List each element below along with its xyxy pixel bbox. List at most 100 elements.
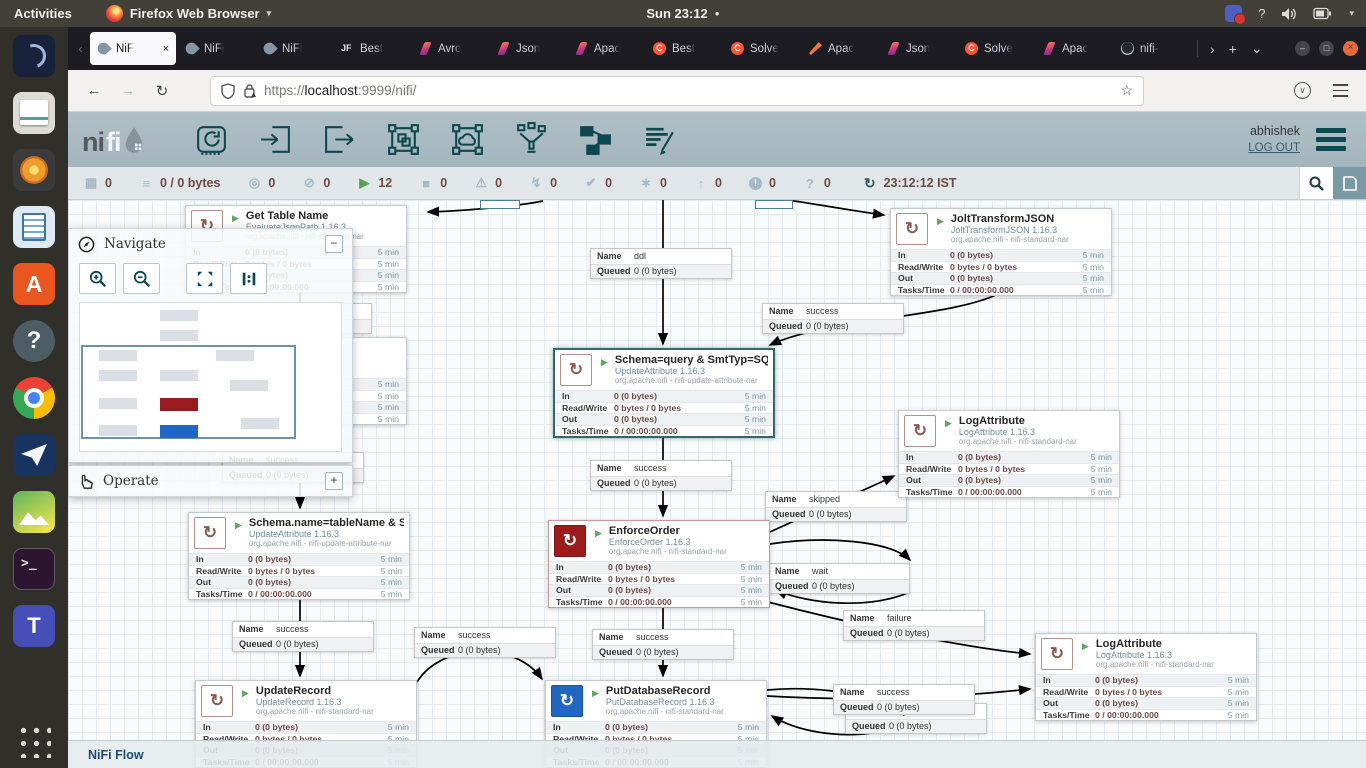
- connection-label[interactable]: Namesuccess Queued0 (0 bytes): [590, 460, 732, 491]
- browser-tab[interactable]: Json ×: [490, 32, 566, 65]
- relationship-name: wait: [812, 566, 829, 577]
- dock-icon-dark-app[interactable]: [13, 35, 55, 77]
- cut-connection-label[interactable]: [755, 200, 793, 209]
- minimap[interactable]: [79, 302, 342, 452]
- processor[interactable]: ↻ ▶ LogAttribute LogAttribute 1.16.3 org…: [898, 410, 1120, 498]
- processor-bundle: org.apache.nifi - nifi-standard-nar: [958, 437, 1077, 446]
- tab-scroll-right-icon[interactable]: ›: [1210, 41, 1215, 57]
- browser-tab[interactable]: Apac ×: [802, 32, 878, 65]
- browser-tab[interactable]: Solve ×: [958, 32, 1034, 65]
- forward-button[interactable]: →: [114, 77, 142, 105]
- shield-icon[interactable]: [221, 82, 235, 99]
- activities-button[interactable]: Activities: [14, 6, 72, 21]
- template-draggable-icon[interactable]: [577, 121, 614, 158]
- connection-label[interactable]: Namesuccess Queued0 (0 bytes): [232, 621, 374, 652]
- label-draggable-icon[interactable]: [641, 121, 678, 158]
- new-tab-button[interactable]: +: [1229, 41, 1237, 57]
- bulletin-panel-button[interactable]: [1333, 167, 1366, 199]
- browser-tab[interactable]: Solve ×: [724, 32, 800, 65]
- browser-tab[interactable]: Best ×: [646, 32, 722, 65]
- processor[interactable]: ↻ ▶ Schema=query & SmtTyp=SQL UpdateAttr…: [553, 348, 775, 438]
- dock-icon-chrome[interactable]: [13, 377, 55, 419]
- zoom-in-button[interactable]: [79, 263, 116, 294]
- logout-link[interactable]: LOG OUT: [1248, 140, 1300, 157]
- connection-label[interactable]: Namesuccess Queued0 (0 bytes): [414, 627, 556, 658]
- browser-tab[interactable]: NiF ×: [90, 32, 176, 65]
- clock[interactable]: Sun 23:12 ●: [646, 6, 719, 21]
- connection-label[interactable]: Name failure Queued 0 (0 bytes): [843, 610, 985, 641]
- processor[interactable]: ↻ ▶ JoltTransformJSON JoltTransformJSON …: [890, 208, 1112, 296]
- connection-edge[interactable]: [769, 539, 912, 562]
- processor-icon: ↻: [201, 685, 233, 717]
- operate-header[interactable]: Operate +: [69, 466, 352, 496]
- reload-button[interactable]: ↻: [148, 77, 176, 105]
- processor-draggable-icon[interactable]: [193, 121, 230, 158]
- refresh-icon[interactable]: ↻: [864, 175, 876, 192]
- maximize-button[interactable]: □: [1319, 41, 1334, 56]
- tab-list-dropdown-icon[interactable]: ⌄: [1251, 40, 1263, 57]
- connection-edge[interactable]: [787, 200, 886, 219]
- dock-icon-help[interactable]: [13, 320, 55, 362]
- breadcrumb[interactable]: NiFi Flow: [88, 748, 144, 762]
- pocket-icon[interactable]: ∨: [1294, 82, 1311, 99]
- teams-notification-icon[interactable]: [1225, 5, 1247, 25]
- minimize-button[interactable]: –: [1295, 41, 1310, 56]
- dock-icon-media-player[interactable]: [13, 149, 55, 191]
- connection-label[interactable]: Namesuccess Queued0 (0 bytes): [833, 684, 975, 715]
- output-port-draggable-icon[interactable]: [321, 121, 358, 158]
- zoom-actual-size-button[interactable]: [230, 263, 267, 294]
- browser-tab[interactable]: Apac ×: [1036, 32, 1112, 65]
- tab-scroll-left-icon[interactable]: ‹: [72, 41, 89, 56]
- processor[interactable]: ↻ ▶ Schema.name=tableName & State... Upd…: [188, 512, 410, 600]
- browser-tab[interactable]: NiFi ×: [256, 32, 332, 65]
- connection-label[interactable]: Name wait Queued 0 (0 bytes): [768, 563, 910, 594]
- dock-icon-messenger[interactable]: [13, 434, 55, 476]
- processor[interactable]: ↻ ▶ EnforceOrder EnforceOrder 1.16.3 org…: [548, 520, 770, 608]
- process-group-draggable-icon[interactable]: [385, 121, 422, 158]
- dock-icon-software-store[interactable]: [13, 263, 55, 305]
- nifi-flow-canvas[interactable]: Name ddl Queued 0 (0 bytes) Name success Qu…: [68, 200, 1366, 768]
- dock-icon-app-grid[interactable]: [13, 720, 55, 762]
- url-bar[interactable]: https://localhost:9999/nifi/ ☆: [210, 75, 1144, 106]
- connection-label[interactable]: Namesuccess Queued0 (0 bytes): [592, 629, 734, 660]
- chevron-down-icon[interactable]: ▾: [1349, 8, 1354, 19]
- dock-icon-terminal[interactable]: [13, 548, 55, 590]
- connection-label[interactable]: Name ddl Queued 0 (0 bytes): [590, 248, 732, 279]
- close-button[interactable]: ×: [1343, 41, 1358, 56]
- processor-type: JoltTransformJSON 1.16.3: [950, 225, 1058, 235]
- search-button[interactable]: [1299, 167, 1333, 199]
- bookmark-star-icon[interactable]: ☆: [1120, 82, 1133, 99]
- browser-tab[interactable]: Apac ×: [568, 32, 644, 65]
- navigate-header[interactable]: Navigate −: [69, 229, 352, 259]
- nifi-global-menu-icon[interactable]: [1316, 128, 1346, 151]
- processor[interactable]: ↻ ▶ LogAttribute LogAttribute 1.16.3 org…: [1035, 633, 1257, 721]
- collapse-icon[interactable]: −: [325, 235, 343, 253]
- connection-label[interactable]: Name skipped Queued 0 (0 bytes): [765, 491, 907, 522]
- dock-icon-scanner[interactable]: [13, 92, 55, 134]
- cut-connection-label[interactable]: [480, 200, 520, 209]
- browser-tab[interactable]: NiFi ×: [178, 32, 254, 65]
- tab-icon-slash: [497, 42, 510, 55]
- back-button[interactable]: ←: [80, 77, 108, 105]
- browser-tab[interactable]: nifi- ×: [1114, 32, 1190, 65]
- zoom-fit-button[interactable]: [186, 263, 223, 294]
- battery-icon[interactable]: [1313, 7, 1333, 20]
- connection-label[interactable]: Namesuccess Queued0 (0 bytes): [762, 303, 904, 334]
- dock-icon-teams[interactable]: [13, 605, 55, 647]
- browser-tab[interactable]: Avro ×: [412, 32, 488, 65]
- browser-tab[interactable]: Best ×: [334, 32, 410, 65]
- dock-icon-photos[interactable]: [13, 491, 55, 533]
- help-indicator-icon[interactable]: ?: [1258, 6, 1265, 21]
- browser-tab[interactable]: Json ×: [880, 32, 956, 65]
- tab-close-icon[interactable]: ×: [163, 43, 169, 55]
- app-menu[interactable]: Firefox Web Browser ▾: [105, 5, 271, 22]
- dock-icon-writer-doc[interactable]: [13, 206, 55, 248]
- volume-icon[interactable]: [1281, 7, 1297, 21]
- input-port-draggable-icon[interactable]: [257, 121, 294, 158]
- zoom-out-button[interactable]: [123, 263, 160, 294]
- remote-process-group-draggable-icon[interactable]: [449, 121, 486, 158]
- funnel-draggable-icon[interactable]: [513, 121, 550, 158]
- browser-menu-icon[interactable]: [1333, 84, 1348, 97]
- lock-warning-icon[interactable]: [243, 83, 256, 98]
- expand-icon[interactable]: +: [325, 472, 343, 490]
